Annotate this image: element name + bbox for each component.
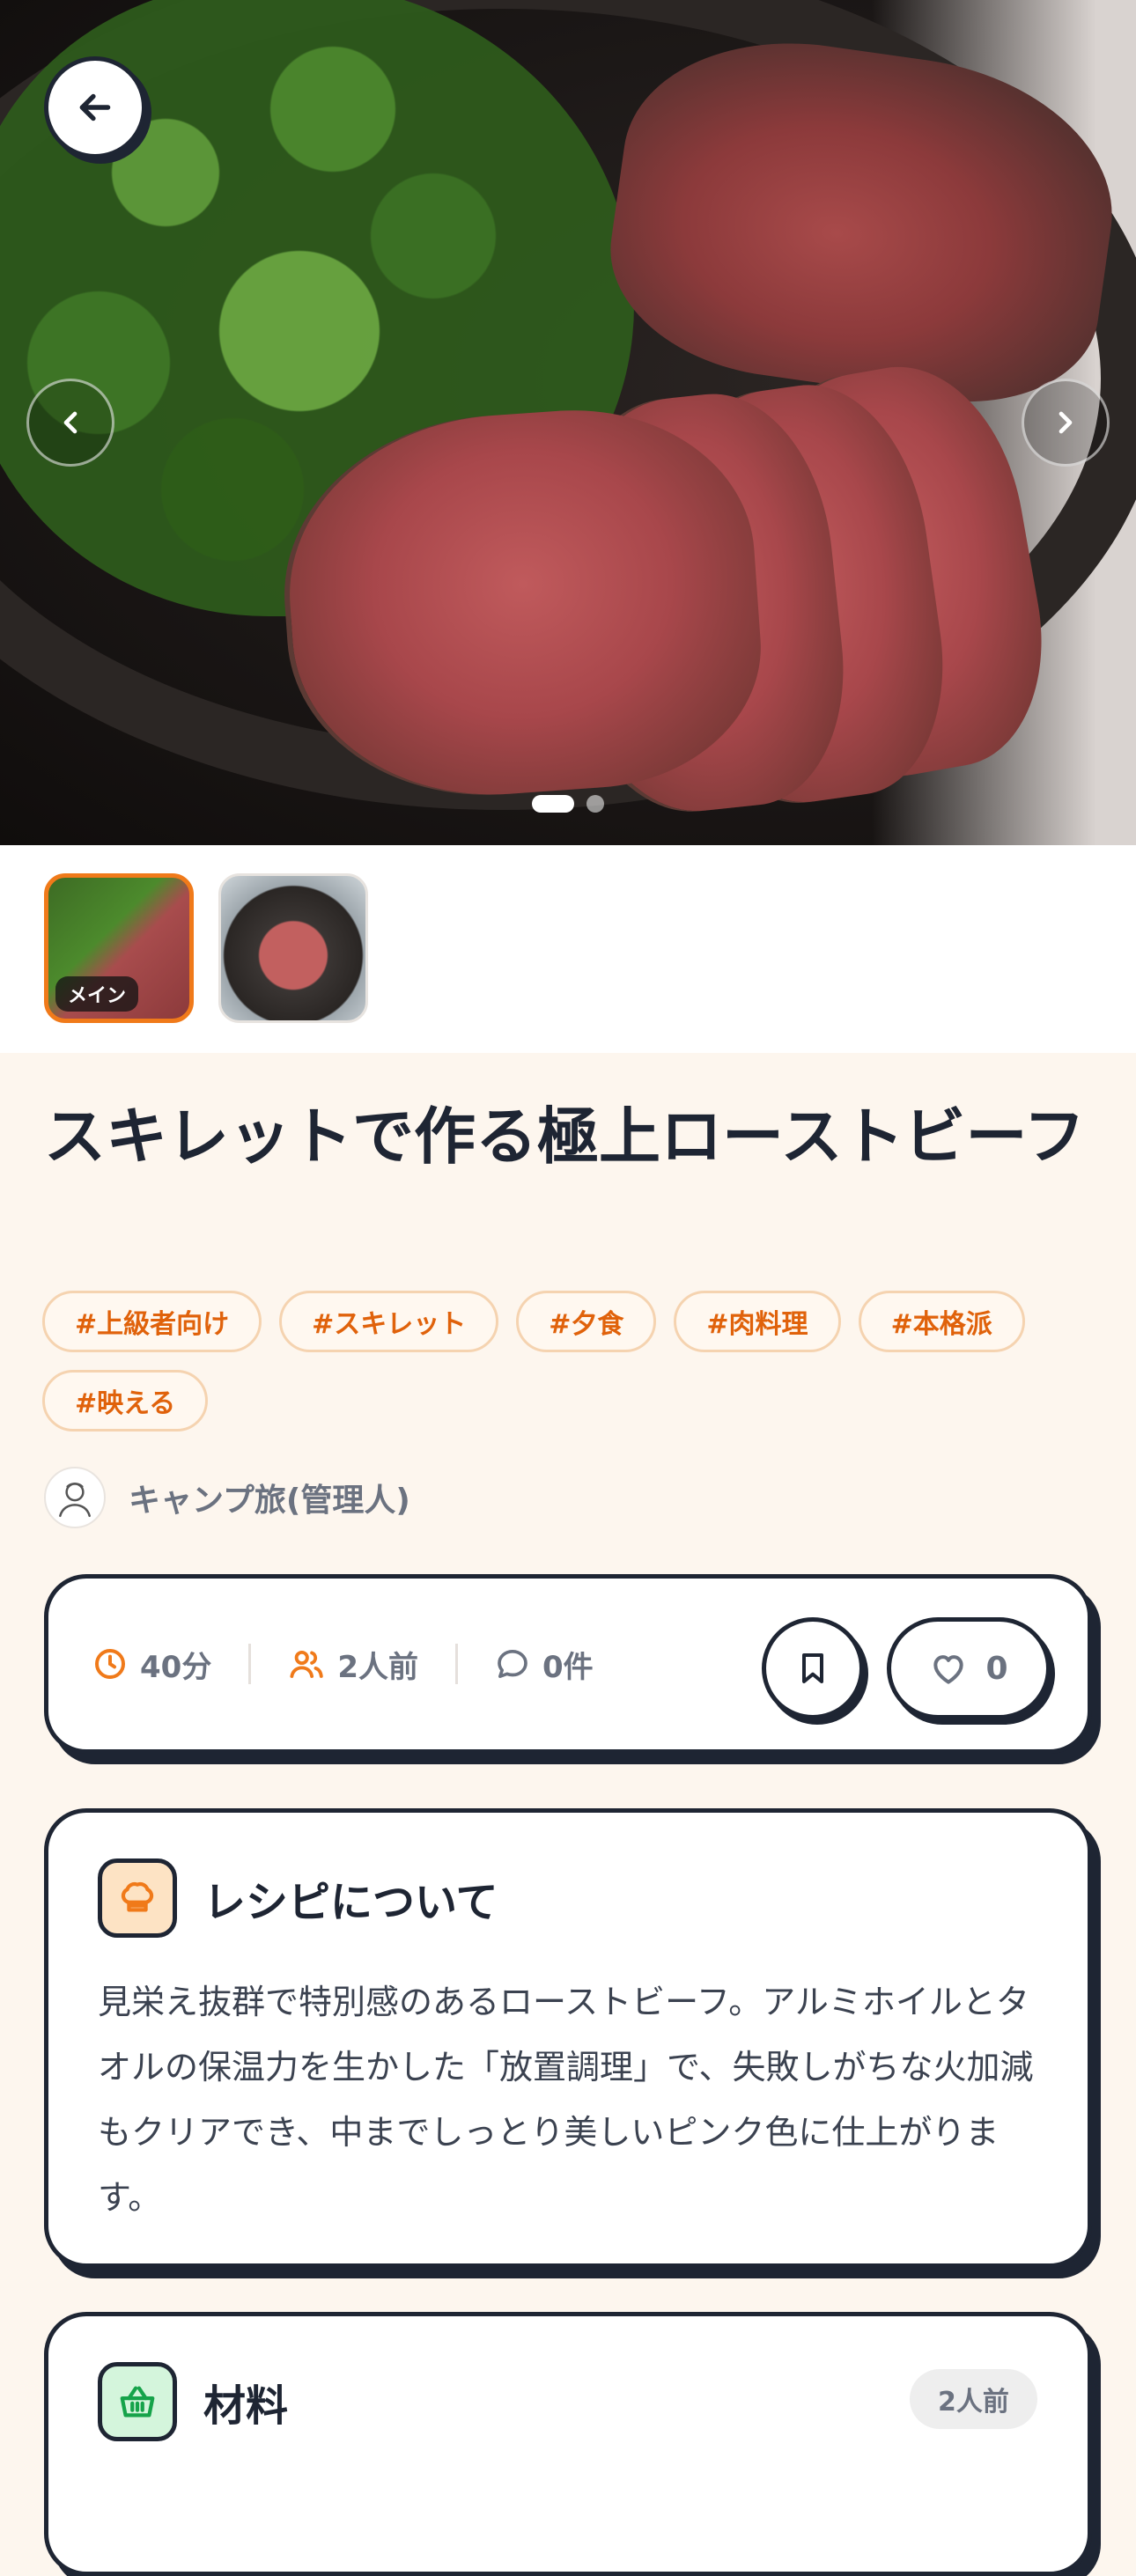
comments[interactable]: 0件 bbox=[495, 1643, 594, 1686]
about-section-header: レシピについて bbox=[98, 1858, 498, 1938]
author-name: キャンプ旅(管理人) bbox=[129, 1483, 410, 1519]
users-icon bbox=[290, 1650, 324, 1678]
stats-card: 40分 2人前 0件 0 bbox=[44, 1574, 1092, 1754]
carousel-pagination bbox=[0, 795, 1136, 813]
about-recipe-card: レシピについて 見栄え抜群で特別感のあるローストビーフ。アルミホイルとタオルの保… bbox=[44, 1808, 1092, 2268]
bookmark-button[interactable] bbox=[762, 1617, 864, 1719]
thumbnail-2[interactable] bbox=[218, 873, 368, 1023]
recipe-title: スキレットで作る極上ローストビーフ bbox=[44, 1100, 1086, 1173]
thumbnail-main[interactable]: メイン bbox=[44, 873, 194, 1023]
about-description: 見栄え抜群で特別感のあるローストビーフ。アルミホイルとタオルの保温力を生かした「… bbox=[98, 1983, 1034, 2217]
chevron-left-icon bbox=[63, 411, 77, 434]
tag-chip[interactable]: #肉料理 bbox=[674, 1291, 841, 1352]
tag-chip[interactable]: #夕食 bbox=[516, 1291, 657, 1352]
clock-icon bbox=[95, 1649, 125, 1679]
servings: 2人前 bbox=[288, 1643, 418, 1686]
like-count: 0 bbox=[985, 1650, 1008, 1687]
thumbnail-main-badge: メイン bbox=[55, 976, 139, 1012]
user-sketch-icon bbox=[59, 1483, 91, 1518]
thumbnail-strip: メイン bbox=[0, 845, 1136, 1053]
chef-hat-icon bbox=[98, 1858, 177, 1938]
tag-chip[interactable]: #映える bbox=[42, 1370, 209, 1432]
heart-icon bbox=[933, 1655, 964, 1684]
tag-chip[interactable]: #上級者向け bbox=[42, 1291, 262, 1352]
tag-chip[interactable]: #スキレット bbox=[279, 1291, 499, 1352]
author-link[interactable]: キャンプ旅(管理人) bbox=[44, 1467, 410, 1528]
stats-row: 40分 2人前 0件 bbox=[92, 1579, 594, 1749]
about-title: レシピについて bbox=[203, 1878, 498, 1927]
cook-time-value: 40分 bbox=[140, 1649, 212, 1685]
divider bbox=[455, 1644, 458, 1684]
ingredients-title: 材料 bbox=[203, 2381, 289, 2431]
carousel-dot-active[interactable] bbox=[532, 795, 574, 813]
divider bbox=[248, 1644, 252, 1684]
carousel-prev-button[interactable] bbox=[26, 379, 114, 467]
bookmark-icon bbox=[802, 1653, 823, 1683]
tag-chip[interactable]: #本格派 bbox=[858, 1291, 1025, 1352]
chevron-right-icon bbox=[1059, 411, 1073, 434]
avatar bbox=[44, 1467, 106, 1528]
like-button[interactable]: 0 bbox=[887, 1617, 1051, 1719]
basket-icon bbox=[98, 2362, 177, 2441]
cook-time: 40分 bbox=[92, 1643, 211, 1686]
hero-image-carousel[interactable] bbox=[0, 0, 1136, 845]
carousel-next-button[interactable] bbox=[1022, 379, 1110, 467]
servings-badge: 2人前 bbox=[910, 2369, 1037, 2429]
ingredients-section-header: 材料 bbox=[98, 2362, 288, 2441]
servings-value: 2人前 bbox=[337, 1649, 418, 1685]
carousel-dot[interactable] bbox=[586, 795, 604, 813]
arrow-left-icon bbox=[79, 93, 111, 121]
ingredients-card: 材料 2人前 bbox=[44, 2312, 1092, 2576]
comment-icon bbox=[498, 1650, 527, 1678]
comments-value: 0件 bbox=[542, 1649, 594, 1685]
back-button[interactable] bbox=[44, 56, 146, 158]
tag-list: #上級者向け #スキレット #夕食 #肉料理 #本格派 #映える bbox=[42, 1291, 1099, 1432]
